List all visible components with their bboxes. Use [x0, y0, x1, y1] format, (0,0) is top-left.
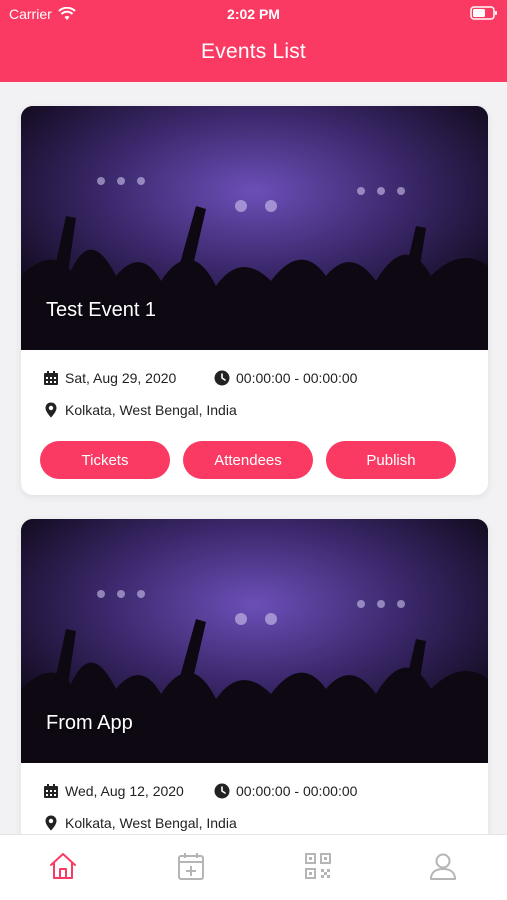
tickets-button[interactable]: Tickets: [40, 441, 170, 479]
publish-button[interactable]: Publish: [326, 441, 456, 479]
tab-add-event[interactable]: [176, 851, 206, 881]
events-list[interactable]: Test Event 1 Sat, Aug 29, 2020 00:00:00 …: [0, 82, 507, 834]
event-banner-image: Test Event 1: [21, 106, 488, 350]
status-time: 2:02 PM: [227, 6, 280, 22]
home-icon: [50, 853, 76, 879]
event-time-text: 00:00:00 - 00:00:00: [236, 370, 358, 386]
event-date-text: Wed, Aug 12, 2020: [65, 783, 184, 799]
clock-icon: [214, 783, 230, 799]
event-actions: Tickets Attendees Publish: [40, 441, 456, 479]
battery-icon: [470, 6, 497, 20]
tab-profile[interactable]: [428, 851, 458, 881]
event-location-text: Kolkata, West Bengal, India: [65, 402, 237, 418]
event-date: Wed, Aug 12, 2020: [43, 783, 184, 799]
event-title: Test Event 1: [46, 299, 157, 321]
attendees-button[interactable]: Attendees: [183, 441, 313, 479]
calendar-icon: [44, 371, 58, 385]
event-date: Sat, Aug 29, 2020: [43, 370, 176, 386]
calendar-add-icon: [178, 853, 204, 880]
user-icon: [430, 853, 456, 880]
event-banner-image: From App: [21, 519, 488, 763]
bottom-tab-bar: [0, 834, 507, 900]
event-card[interactable]: From App Wed, Aug 12, 2020 00:00:00 - 00…: [21, 519, 488, 834]
event-location: Kolkata, West Bengal, India: [43, 815, 237, 831]
event-card[interactable]: Test Event 1 Sat, Aug 29, 2020 00:00:00 …: [21, 106, 488, 495]
tab-scan[interactable]: [303, 851, 333, 881]
event-location: Kolkata, West Bengal, India: [43, 402, 237, 418]
event-time: 00:00:00 - 00:00:00: [214, 370, 357, 386]
status-bar: Carrier 2:02 PM: [0, 0, 507, 28]
tab-home[interactable]: [48, 851, 78, 881]
calendar-icon: [44, 784, 58, 798]
page-title: Events List: [201, 40, 306, 63]
event-time-text: 00:00:00 - 00:00:00: [236, 783, 358, 799]
location-pin-icon: [45, 402, 57, 418]
event-date-text: Sat, Aug 29, 2020: [65, 370, 177, 386]
event-location-text: Kolkata, West Bengal, India: [65, 815, 237, 831]
event-title: From App: [46, 712, 133, 734]
qr-code-icon: [305, 853, 331, 879]
location-pin-icon: [45, 815, 57, 831]
event-time: 00:00:00 - 00:00:00: [214, 783, 357, 799]
clock-icon: [214, 370, 230, 386]
app-header: Carrier 2:02 PM Events List: [0, 0, 507, 82]
